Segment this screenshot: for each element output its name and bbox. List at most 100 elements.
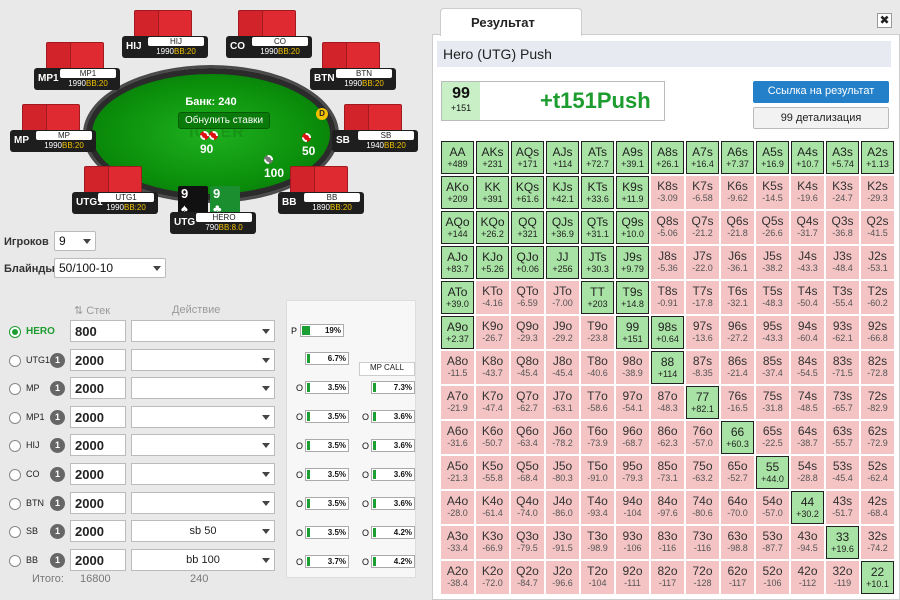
hand-cell[interactable]: J8o -45.4 bbox=[546, 351, 579, 384]
hand-cell[interactable]: Q7o -62.7 bbox=[511, 386, 544, 419]
hand-cell[interactable]: A3s +5.74 bbox=[826, 141, 859, 174]
player-stack-input[interactable]: 2000 bbox=[70, 377, 126, 400]
hand-cell[interactable]: KTo -4.16 bbox=[476, 281, 509, 314]
hand-cell[interactable]: A7o -21.9 bbox=[441, 386, 474, 419]
hand-cell[interactable]: A2s +1.13 bbox=[861, 141, 894, 174]
hand-cell[interactable]: J5s -38.2 bbox=[756, 246, 789, 279]
hand-cell[interactable]: Q6o -63.4 bbox=[511, 421, 544, 454]
tree-node[interactable]: O 4.2% bbox=[362, 525, 422, 541]
player-stack-input[interactable]: 2000 bbox=[70, 520, 126, 543]
hand-cell[interactable]: 93s -62.1 bbox=[826, 316, 859, 349]
seat-btn[interactable]: BTN BTN 1990BB:20 bbox=[310, 42, 396, 98]
hand-cell[interactable]: 97s -13.6 bbox=[686, 316, 719, 349]
hand-cell[interactable]: A4s +10.7 bbox=[791, 141, 824, 174]
hand-cell[interactable]: 73s -65.7 bbox=[826, 386, 859, 419]
hand-cell[interactable]: 97o -54.1 bbox=[616, 386, 649, 419]
player-radio[interactable] bbox=[9, 440, 21, 453]
hand-cell[interactable]: 87s -8.35 bbox=[686, 351, 719, 384]
player-radio[interactable] bbox=[9, 526, 21, 539]
hand-cell[interactable]: ATo +39.0 bbox=[441, 281, 474, 314]
hand-cell[interactable]: Q5o -68.4 bbox=[511, 456, 544, 489]
player-action-select[interactable] bbox=[131, 320, 275, 342]
hand-cell[interactable]: 72o -128 bbox=[686, 561, 719, 594]
hand-cell[interactable]: T7o -58.6 bbox=[581, 386, 614, 419]
hand-cell[interactable]: K2o -72.0 bbox=[476, 561, 509, 594]
tree-node[interactable]: 6.7% bbox=[296, 351, 356, 367]
hand-cell[interactable]: T5s -48.3 bbox=[756, 281, 789, 314]
hand-cell[interactable]: Q2s -41.5 bbox=[861, 211, 894, 244]
hand-cell[interactable]: A8s +26.1 bbox=[651, 141, 684, 174]
hand-cell[interactable]: Q4o -74.0 bbox=[511, 491, 544, 524]
hand-cell[interactable]: 75s -31.8 bbox=[756, 386, 789, 419]
player-stack-input[interactable]: 2000 bbox=[70, 491, 126, 514]
hand-cell[interactable]: 72s -82.9 bbox=[861, 386, 894, 419]
hand-cell[interactable]: 63s -55.7 bbox=[826, 421, 859, 454]
hand-cell[interactable]: K6o -50.7 bbox=[476, 421, 509, 454]
hand-cell[interactable]: AKo +209 bbox=[441, 176, 474, 209]
hand-cell[interactable]: Q5s -26.6 bbox=[756, 211, 789, 244]
hand-cell[interactable]: K9o -26.7 bbox=[476, 316, 509, 349]
hand-cell[interactable]: T8s -0.91 bbox=[651, 281, 684, 314]
tree-node[interactable]: O 3.5% bbox=[296, 525, 356, 541]
tree-node[interactable]: O 3.7% bbox=[296, 554, 356, 570]
hand-cell[interactable]: A4o -28.0 bbox=[441, 491, 474, 524]
seat-co[interactable]: CO CO 1990BB:20 bbox=[226, 10, 312, 66]
hand-cell[interactable]: KQs +61.6 bbox=[511, 176, 544, 209]
hand-cell[interactable]: 92o -111 bbox=[616, 561, 649, 594]
hand-cell[interactable]: QJo +0.06 bbox=[511, 246, 544, 279]
hand-cell[interactable]: 54s -28.8 bbox=[791, 456, 824, 489]
hand-cell[interactable]: KQo +26.2 bbox=[476, 211, 509, 244]
hand-cell[interactable]: Q4s -31.7 bbox=[791, 211, 824, 244]
player-radio[interactable] bbox=[9, 411, 21, 424]
hand-cell[interactable]: JTs +30.3 bbox=[581, 246, 614, 279]
hand-cell[interactable]: 85o -73.1 bbox=[651, 456, 684, 489]
player-action-select[interactable] bbox=[131, 463, 275, 485]
player-action-select[interactable] bbox=[131, 434, 275, 457]
tree-node[interactable]: O 3.5% bbox=[296, 438, 356, 454]
hand-cell[interactable]: 92s -66.8 bbox=[861, 316, 894, 349]
hand-cell[interactable]: JTo -7.00 bbox=[546, 281, 579, 314]
hand-cell[interactable]: AJs +114 bbox=[546, 141, 579, 174]
seat-sb[interactable]: SB SB 1940BB:20 bbox=[332, 104, 418, 160]
hand-cell[interactable]: K7o -47.4 bbox=[476, 386, 509, 419]
hand-cell[interactable]: AJo +83.7 bbox=[441, 246, 474, 279]
hand-cell[interactable]: 94s -60.4 bbox=[791, 316, 824, 349]
hand-cell[interactable]: Q9s +10.0 bbox=[616, 211, 649, 244]
hand-cell[interactable]: 98s +0.64 bbox=[651, 316, 684, 349]
hand-cell[interactable]: AKs +231 bbox=[476, 141, 509, 174]
hand-cell[interactable]: Q3s -36.8 bbox=[826, 211, 859, 244]
hand-cell[interactable]: 86s -21.4 bbox=[721, 351, 754, 384]
hand-cell[interactable]: TT +203 bbox=[581, 281, 614, 314]
hand-cell[interactable]: 65s -22.5 bbox=[756, 421, 789, 454]
hand-cell[interactable]: 66 +60.3 bbox=[721, 421, 754, 454]
seat-utg1[interactable]: UTG1 UTG1 1990BB:20 bbox=[72, 166, 158, 222]
hand-cell[interactable]: Q7s -21.2 bbox=[686, 211, 719, 244]
hand-cell[interactable]: Q3o -79.5 bbox=[511, 526, 544, 559]
hand-cell[interactable]: J2s -53.1 bbox=[861, 246, 894, 279]
hand-cell[interactable]: 82o -117 bbox=[651, 561, 684, 594]
hand-cell[interactable]: QTs +31.1 bbox=[581, 211, 614, 244]
hand-cell[interactable]: KTs +33.6 bbox=[581, 176, 614, 209]
hand-cell[interactable]: 44 +30.2 bbox=[791, 491, 824, 524]
hand-cell[interactable]: 94o -104 bbox=[616, 491, 649, 524]
hand-cell[interactable]: A2o -38.4 bbox=[441, 561, 474, 594]
hand-cell[interactable]: AA +489 bbox=[441, 141, 474, 174]
player-action-select[interactable] bbox=[131, 377, 275, 400]
player-stack-input[interactable]: 2000 bbox=[70, 463, 126, 485]
reset-bets-button[interactable]: Обнулить ставки bbox=[178, 112, 271, 129]
tree-node[interactable]: O 3.5% bbox=[296, 409, 356, 425]
hand-cell[interactable]: 32o -119 bbox=[826, 561, 859, 594]
hand-cell[interactable]: A6s +7.37 bbox=[721, 141, 754, 174]
hand-cell[interactable]: K5o -55.8 bbox=[476, 456, 509, 489]
hand-cell[interactable]: 74s -48.5 bbox=[791, 386, 824, 419]
hand-cell[interactable]: 83o -116 bbox=[651, 526, 684, 559]
hand-cell[interactable]: T4s -50.4 bbox=[791, 281, 824, 314]
hand-cell[interactable]: Q8s -5.06 bbox=[651, 211, 684, 244]
player-radio[interactable] bbox=[9, 383, 21, 396]
tab-result[interactable]: Результат bbox=[440, 8, 582, 36]
hand-cell[interactable]: 64s -38.7 bbox=[791, 421, 824, 454]
hand-cell[interactable]: K7s -6.58 bbox=[686, 176, 719, 209]
player-stack-input[interactable]: 2000 bbox=[70, 348, 126, 371]
hand-cell[interactable]: 83s -71.5 bbox=[826, 351, 859, 384]
hand-cell[interactable]: T7s -17.8 bbox=[686, 281, 719, 314]
